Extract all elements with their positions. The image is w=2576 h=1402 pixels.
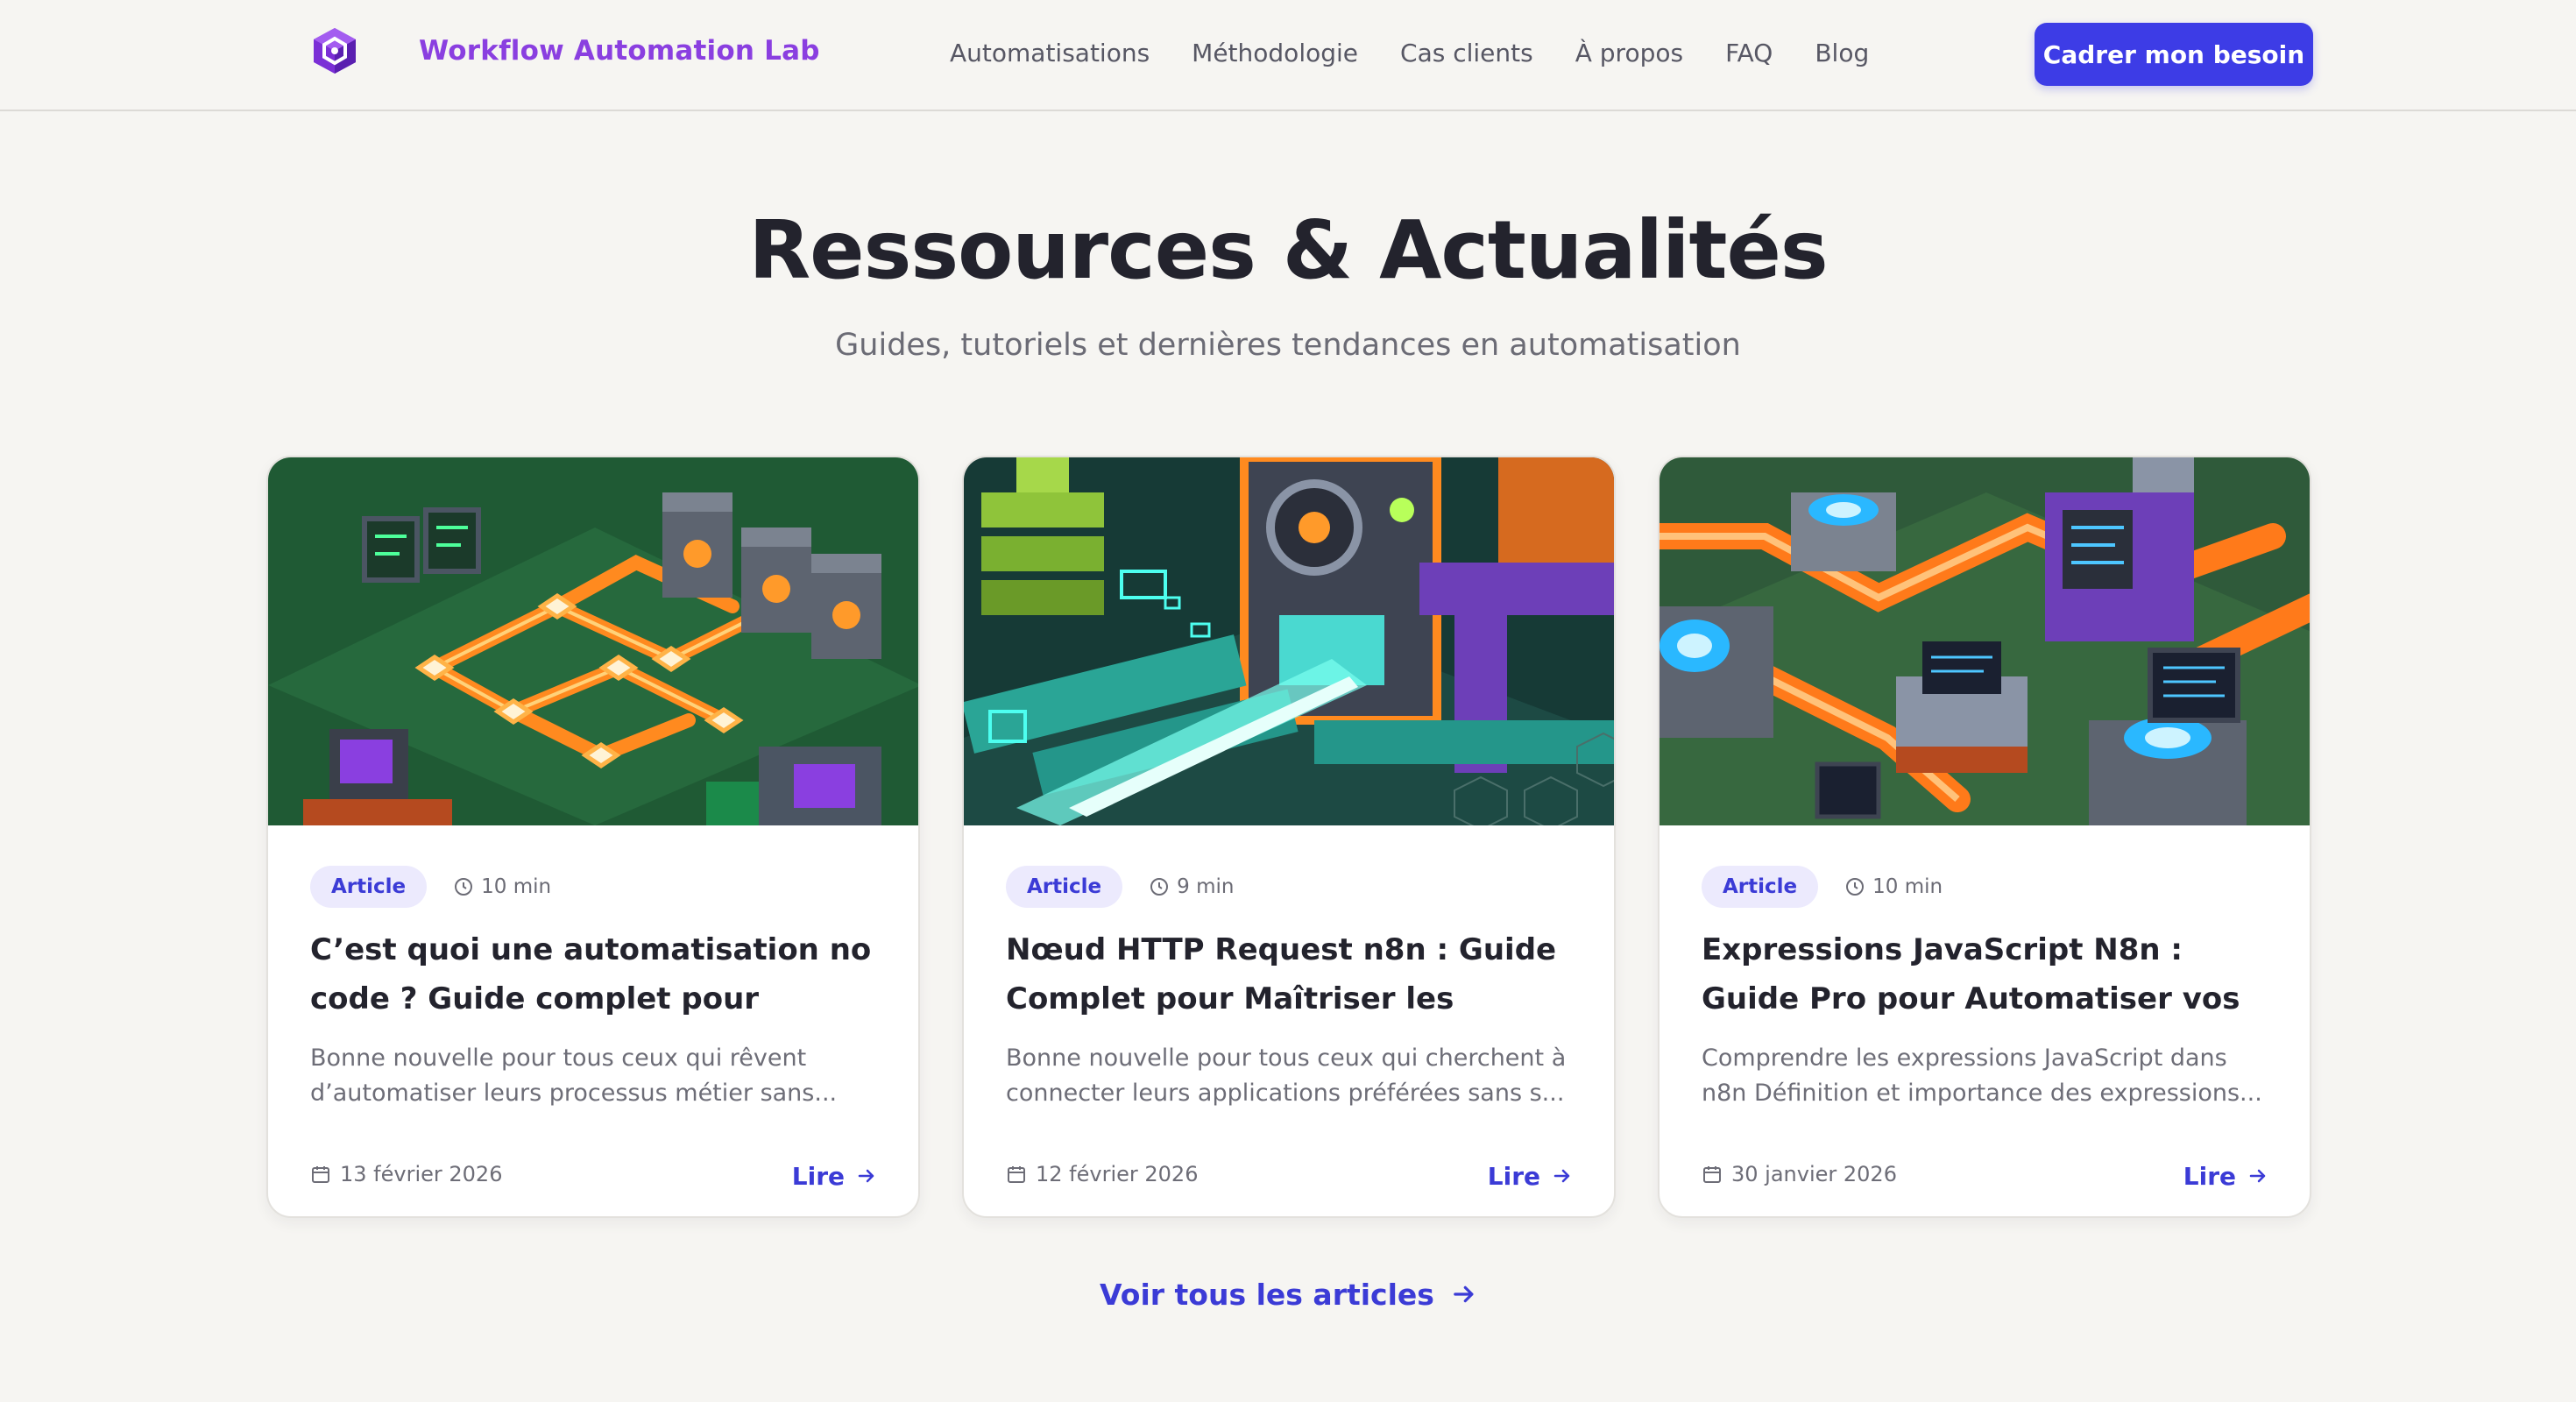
article-meta: Article 10 min [310, 866, 551, 908]
article-excerpt: Bonne nouvelle pour tous ceux qui rêvent… [310, 1041, 888, 1111]
read-time: 10 min [1844, 875, 1943, 898]
category-badge[interactable]: Article [1702, 866, 1819, 908]
page-title: Ressources & Actualités [748, 203, 1828, 297]
nav-methodologie[interactable]: Méthodologie [1192, 39, 1358, 74]
article-title[interactable]: Nœud HTTP Request n8n : Guide Complet po… [1006, 925, 1584, 1023]
calendar-icon [312, 1166, 329, 1183]
read-time-value: 10 min [1872, 875, 1943, 898]
article-image[interactable] [1660, 457, 2310, 825]
nav-a-propos[interactable]: À propos [1575, 39, 1683, 74]
site-header: Workflow Automation Lab Automatisations … [0, 0, 2576, 111]
arrow-right-icon [1454, 1285, 1474, 1303]
article-meta: Article 9 min [1006, 866, 1234, 908]
calendar-icon [1008, 1166, 1025, 1183]
nav-blog[interactable]: Blog [1815, 39, 1869, 74]
article-card[interactable]: Article 10 min Expressions JavaScript N8… [1658, 456, 2311, 1218]
read-time-value: 10 min [481, 875, 552, 898]
category-badge[interactable]: Article [310, 866, 428, 908]
clock-icon [1150, 878, 1169, 896]
read-link-label: Lire [2183, 1161, 2236, 1191]
read-article-link[interactable]: Lire [792, 1158, 876, 1193]
article-excerpt: Comprendre les expressions JavaScript da… [1702, 1041, 2280, 1111]
cadrer-besoin-button[interactable]: Cadrer mon besoin [2035, 23, 2313, 86]
article-title[interactable]: C’est quoi une automatisation no code ? … [310, 925, 888, 1023]
see-all-articles-label: Voir tous les articles [1100, 1277, 1434, 1312]
date-value: 12 février 2026 [1036, 1162, 1199, 1186]
clock-icon [455, 878, 473, 896]
main-nav: Automatisations Méthodologie Cas clients… [950, 39, 1869, 74]
nav-cas-clients[interactable]: Cas clients [1400, 39, 1533, 74]
read-link-label: Lire [1487, 1161, 1540, 1191]
article-date: 30 janvier 2026 [1702, 1158, 1897, 1190]
article-title[interactable]: Expressions JavaScript N8n : Guide Pro p… [1702, 925, 2280, 1023]
article-image[interactable] [964, 457, 1614, 825]
article-date: 13 février 2026 [310, 1158, 502, 1190]
arrow-right-icon [1553, 1169, 1570, 1183]
brand-name[interactable]: Workflow Automation Lab [419, 35, 820, 67]
page-subtitle: Guides, tutoriels et dernières tendances… [835, 328, 1741, 363]
excerpt-line: Comprendre les expressions JavaScript da… [1702, 1044, 2227, 1072]
excerpt-line: Bonne nouvelle pour tous ceux qui cherch… [1006, 1044, 1567, 1072]
article-meta: Article 10 min [1702, 866, 1943, 908]
nav-automatisations[interactable]: Automatisations [950, 39, 1150, 74]
arrow-right-icon [2249, 1169, 2266, 1183]
article-excerpt: Bonne nouvelle pour tous ceux qui cherch… [1006, 1041, 1584, 1111]
read-time: 9 min [1149, 875, 1234, 898]
read-article-link[interactable]: Lire [2183, 1158, 2268, 1193]
date-value: 30 janvier 2026 [1731, 1162, 1897, 1186]
calendar-icon [1703, 1166, 1721, 1183]
read-link-label: Lire [791, 1161, 845, 1191]
read-article-link[interactable]: Lire [1488, 1158, 1572, 1193]
date-value: 13 février 2026 [340, 1162, 503, 1186]
arrow-right-icon [858, 1169, 874, 1183]
excerpt-line: Bonne nouvelle pour tous ceux qui rêvent [310, 1044, 807, 1072]
clock-icon [1846, 878, 1865, 896]
read-time-value: 9 min [1177, 875, 1235, 898]
nav-faq[interactable]: FAQ [1725, 39, 1773, 74]
article-date: 12 février 2026 [1006, 1158, 1198, 1190]
see-all-articles-link[interactable]: Voir tous les articles [0, 1272, 2576, 1316]
article-card[interactable]: Article 9 min Nœud HTTP Request n8n : Gu… [962, 456, 1616, 1218]
category-badge[interactable]: Article [1006, 866, 1123, 908]
cube-logo-icon[interactable] [308, 25, 361, 77]
read-time: 10 min [453, 875, 551, 898]
excerpt-line: d’automatiser leurs processus métier san… [310, 1080, 838, 1107]
article-image[interactable] [268, 457, 918, 825]
excerpt-line: n8n Définition et importance des express… [1702, 1080, 2262, 1107]
excerpt-line: connecter leurs applications préférées s… [1006, 1080, 1565, 1107]
article-card[interactable]: Article 10 min C’est quoi une automatisa… [266, 456, 920, 1218]
